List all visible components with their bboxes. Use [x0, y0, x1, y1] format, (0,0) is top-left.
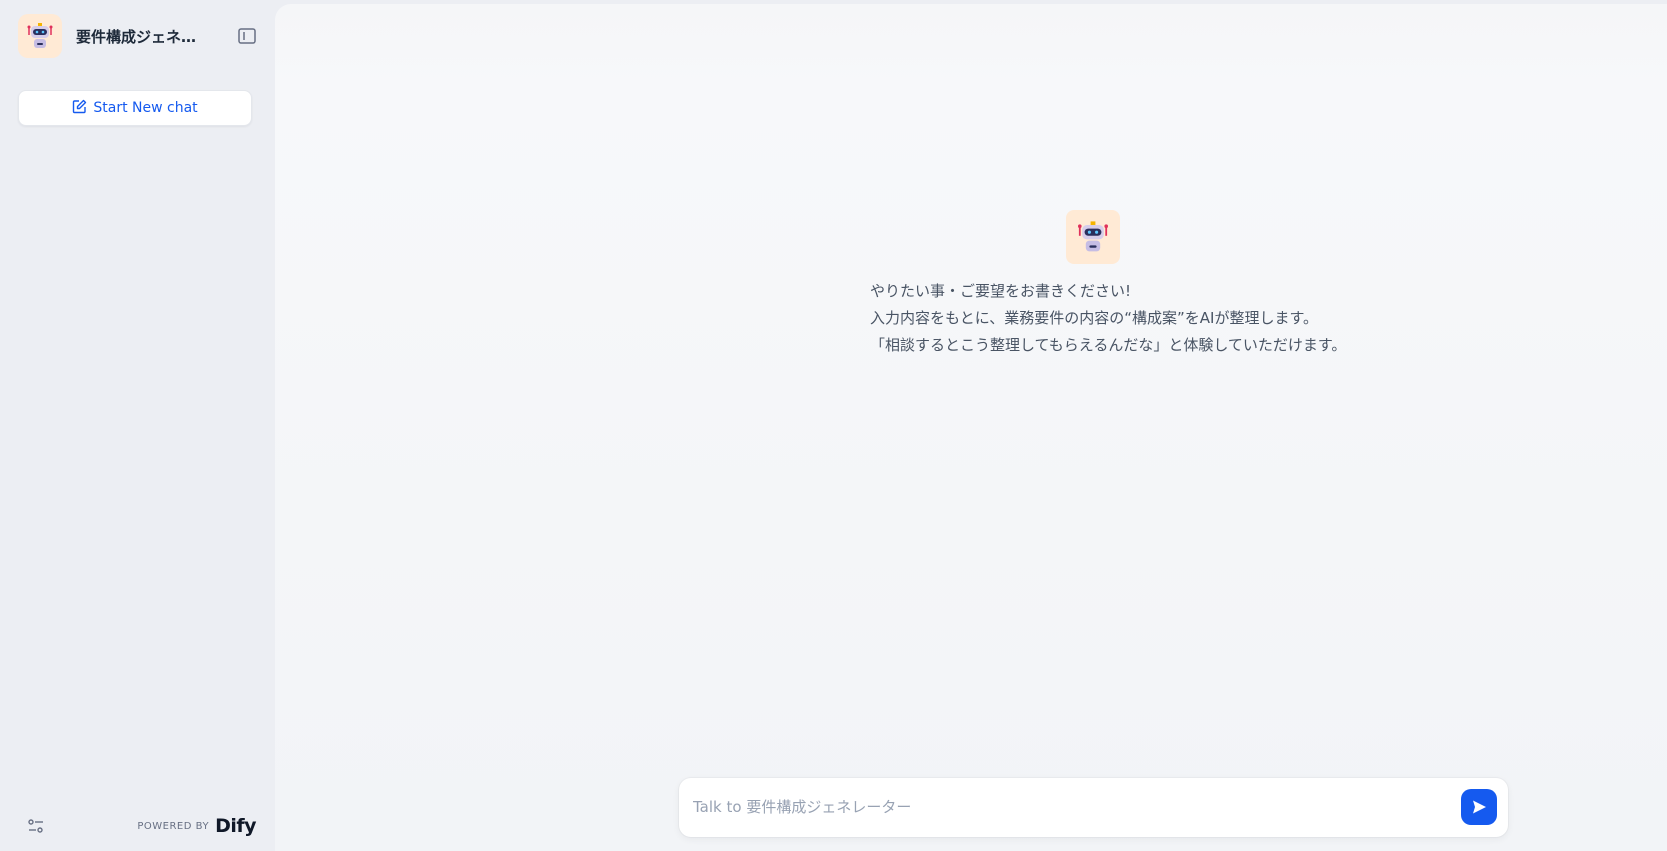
sidebar: 要件構成ジェネレ... Start New chat POWERED BY Di…: [0, 0, 275, 851]
robot-icon: [1066, 210, 1120, 264]
powered-by-label: POWERED BY: [137, 820, 210, 832]
app-title: 要件構成ジェネレ...: [76, 27, 206, 46]
sidebar-collapse-icon[interactable]: [236, 25, 258, 47]
chat-main: やりたい事・ご要望をお書きください! 入力内容をもとに、業務要件の内容の“構成案…: [275, 4, 1667, 851]
welcome-line: 「相談するとこう整理してもらえるんだな」と体験していただけます。: [870, 336, 1347, 354]
dify-logo: Dify: [215, 815, 256, 837]
send-icon: [1473, 800, 1486, 814]
app-header: 要件構成ジェネレ...: [18, 14, 258, 58]
robot-icon: [18, 14, 62, 58]
welcome-message: やりたい事・ご要望をお書きください! 入力内容をもとに、業務要件の内容の“構成案…: [870, 278, 1390, 359]
chat-input[interactable]: [693, 792, 1433, 822]
start-new-chat-label: Start New chat: [93, 100, 198, 116]
welcome-line: 入力内容をもとに、業務要件の内容の“構成案”をAIが整理します。: [870, 309, 1318, 327]
welcome-line: やりたい事・ご要望をお書きください!: [870, 282, 1132, 300]
sidebar-footer: POWERED BY Dify: [24, 813, 256, 839]
powered-by: POWERED BY Dify: [137, 815, 256, 837]
send-button[interactable]: [1461, 789, 1497, 825]
start-new-chat-button[interactable]: Start New chat: [18, 90, 252, 126]
chat-input-box: [679, 778, 1508, 837]
sliders-icon[interactable]: [24, 814, 48, 838]
edit-icon: [72, 99, 93, 118]
